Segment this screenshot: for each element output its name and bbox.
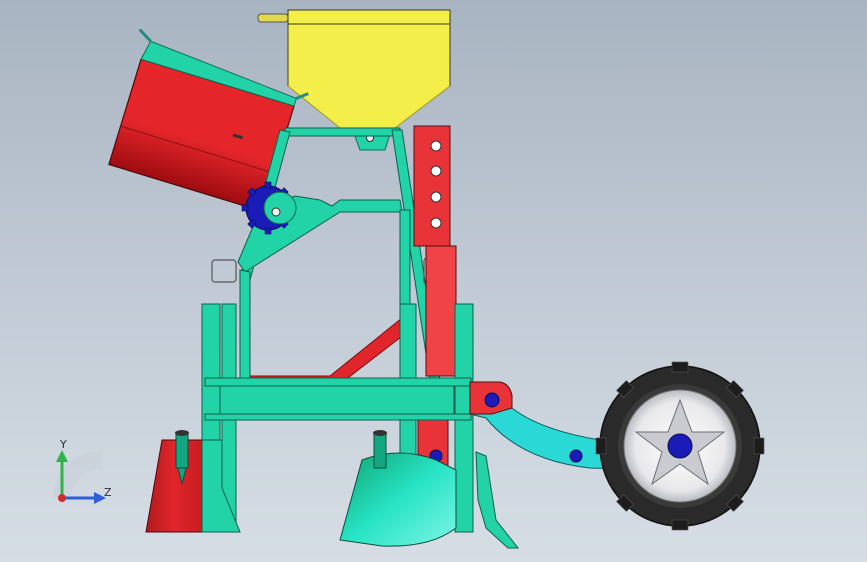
drive-rod: [249, 317, 411, 385]
axis-z-label: Z: [104, 486, 112, 499]
hopper-handle: [257, 13, 289, 23]
planter-model[interactable]: [0, 0, 867, 562]
cad-viewport[interactable]: Y Z: [0, 0, 867, 562]
seed-box[interactable]: [99, 28, 311, 215]
gauge-wheel[interactable]: [595, 361, 765, 531]
axis-y-label: Y: [60, 438, 67, 451]
coordinate-triad-icon: Y Z: [44, 438, 124, 510]
